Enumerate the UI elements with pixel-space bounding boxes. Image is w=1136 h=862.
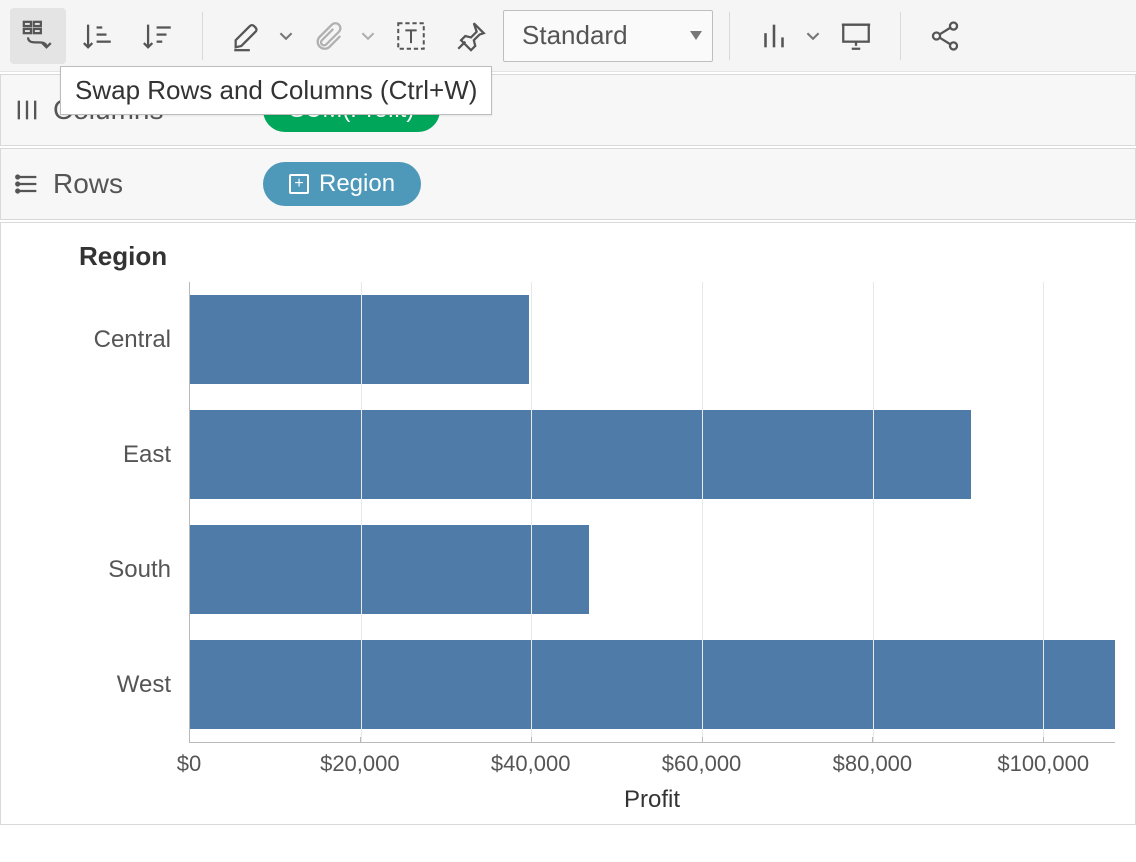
attach-button[interactable] — [301, 8, 357, 64]
sort-asc-icon — [81, 19, 115, 53]
sort-descending-button[interactable] — [130, 8, 186, 64]
bar-chart-icon — [757, 19, 791, 53]
pin-button[interactable] — [443, 8, 499, 64]
expand-icon: + — [289, 174, 309, 194]
swap-icon — [21, 19, 55, 53]
attach-dropdown[interactable] — [357, 29, 379, 43]
y-axis-label: Central — [21, 282, 189, 397]
x-axis-tick-label: $0 — [177, 751, 201, 777]
y-axis-label: East — [21, 397, 189, 512]
pill-text: Region — [319, 170, 395, 198]
plot-area[interactable] — [189, 282, 1115, 742]
toolbar-separator — [729, 12, 730, 60]
x-axis-tick-label: $20,000 — [320, 751, 400, 777]
highlighter-icon — [230, 19, 264, 53]
chevron-down-icon — [361, 29, 375, 43]
chart-area: Region CentralEastSouthWest $0 $20,000 $40… — [0, 222, 1136, 825]
rows-icon — [13, 170, 41, 198]
presentation-button[interactable] — [828, 8, 884, 64]
chevron-down-icon — [279, 29, 293, 43]
rows-shelf-label: Rows — [53, 168, 263, 200]
y-axis-label: South — [21, 512, 189, 627]
gridline — [531, 282, 532, 742]
toolbar-separator — [202, 12, 203, 60]
sort-desc-icon — [141, 19, 175, 53]
bar-row — [190, 512, 1115, 627]
text-label-button[interactable] — [383, 8, 439, 64]
x-axis-tick-label: $80,000 — [833, 751, 913, 777]
share-icon — [928, 19, 962, 53]
show-me-dropdown[interactable] — [802, 29, 824, 43]
chevron-down-icon — [690, 31, 702, 40]
fit-mode-select[interactable]: Standard — [503, 10, 713, 62]
tooltip: Swap Rows and Columns (Ctrl+W) — [60, 66, 492, 115]
bar-row — [190, 282, 1115, 397]
bar[interactable] — [190, 410, 971, 500]
toolbar: Standard Swap Rows and Columns (Ctrl+W) — [0, 0, 1136, 72]
sort-ascending-button[interactable] — [70, 8, 126, 64]
chart-row-header: Region — [79, 241, 1115, 272]
gridline — [873, 282, 874, 742]
bar[interactable] — [190, 295, 529, 385]
gridline — [702, 282, 703, 742]
bar[interactable] — [190, 525, 589, 615]
show-me-button[interactable] — [746, 8, 802, 64]
y-axis-label: West — [21, 627, 189, 742]
share-button[interactable] — [917, 8, 973, 64]
toolbar-separator — [900, 12, 901, 60]
x-axis-tick-label: $100,000 — [997, 751, 1089, 777]
fit-mode-label: Standard — [522, 20, 628, 51]
highlight-dropdown[interactable] — [275, 29, 297, 43]
paperclip-icon — [312, 19, 346, 53]
highlight-button[interactable] — [219, 8, 275, 64]
gridline — [361, 282, 362, 742]
x-axis-tick-label: $60,000 — [662, 751, 742, 777]
rows-pill[interactable]: + Region — [263, 162, 421, 206]
pin-icon — [454, 19, 488, 53]
gridline — [1043, 282, 1044, 742]
columns-icon — [13, 96, 41, 124]
presentation-icon — [839, 19, 873, 53]
y-axis-labels: CentralEastSouthWest — [21, 282, 189, 742]
x-axis-title: Profit — [189, 786, 1115, 814]
x-axis-tick-label: $40,000 — [491, 751, 571, 777]
swap-rows-columns-button[interactable] — [10, 8, 66, 64]
rows-shelf[interactable]: Rows + Region — [0, 148, 1136, 220]
chevron-down-icon — [806, 29, 820, 43]
x-axis: $0$20,000$40,000$60,000$80,000$100,000 — [189, 742, 1115, 782]
bar-row — [190, 397, 1115, 512]
text-icon — [394, 19, 428, 53]
bar-row — [190, 627, 1115, 742]
bar[interactable] — [190, 640, 1115, 730]
